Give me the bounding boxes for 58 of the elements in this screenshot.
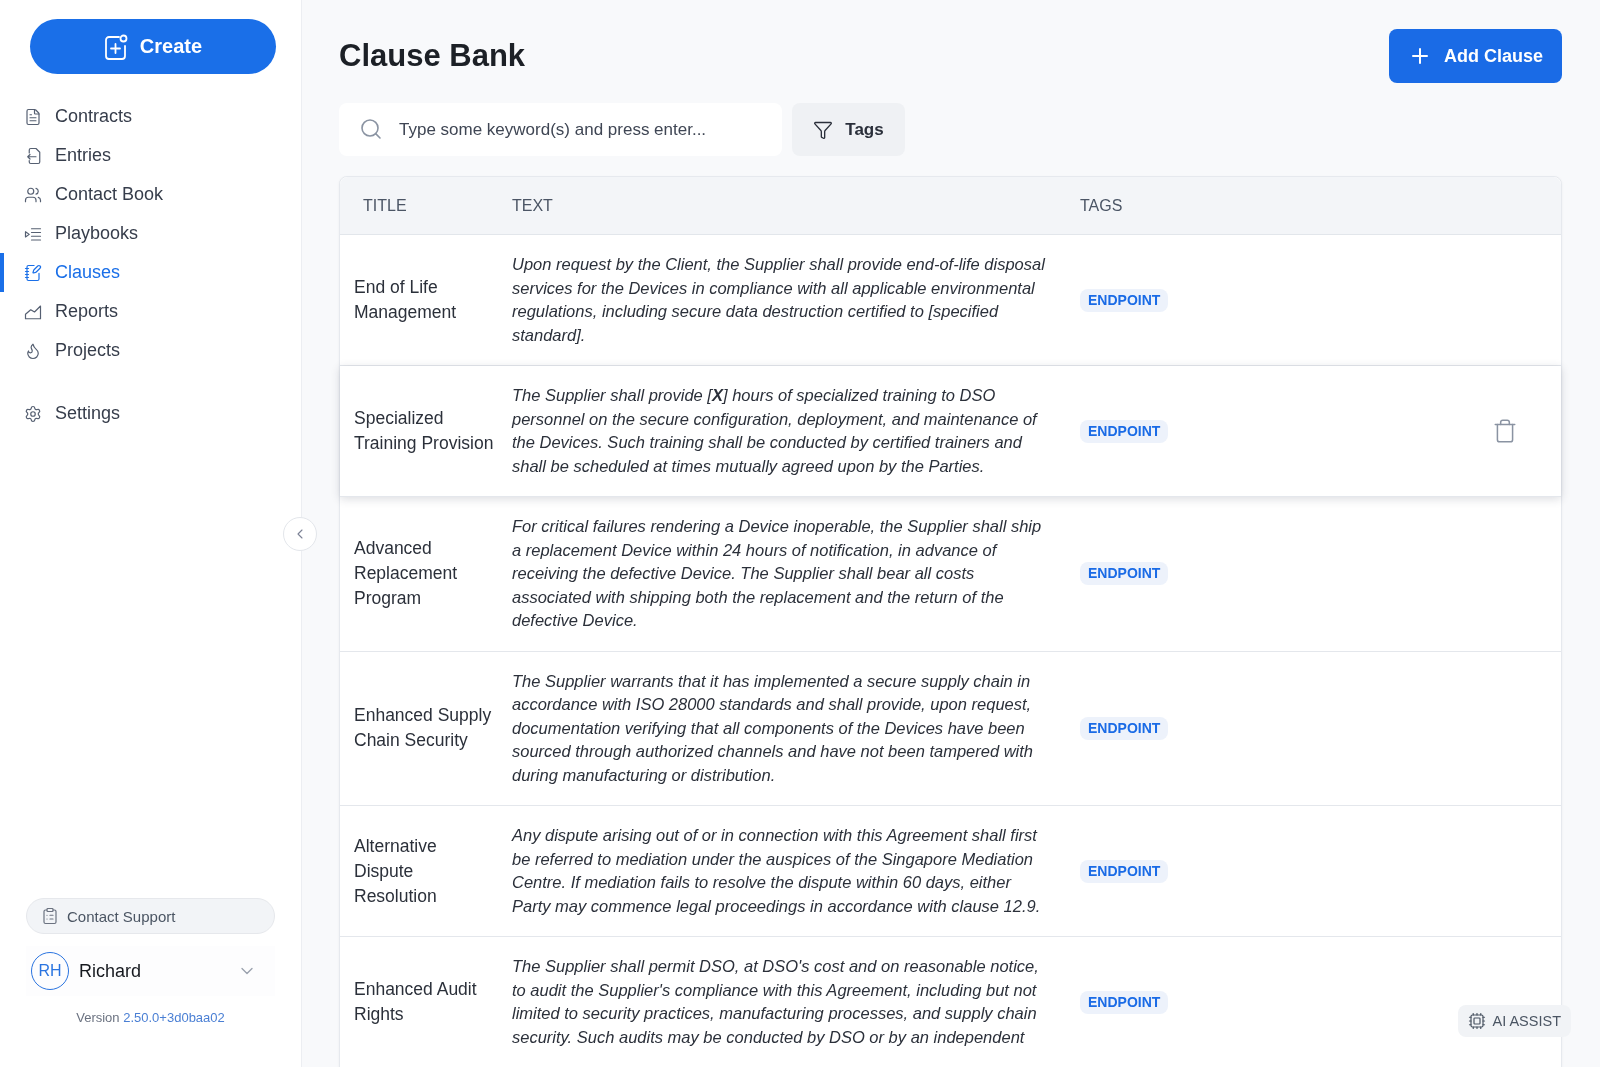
filter-icon <box>813 119 834 140</box>
version-label: Version <box>76 1010 120 1025</box>
document-arrow-icon <box>24 146 42 165</box>
tag-badge: ENDPOINT <box>1080 990 1169 1014</box>
clause-title: Advanced Replacement Program <box>354 537 459 611</box>
page-title: Clause Bank <box>339 38 526 74</box>
clause-text: Any dispute arising out of or in connection with this Agreement shall first be referred to mediation under the auspices of the Singapore Mediation Centre. If mediation fails to resolve the dispute within 60 days, either Party may commence legal proceedings in accordance with clause 12.9. <box>512 825 1042 917</box>
clause-title: Specialized Training Provision <box>354 407 495 455</box>
nav-item[interactable]: Contracts <box>0 97 301 136</box>
column-header: TITLE <box>363 196 407 215</box>
search-field[interactable]: Type some keyword(s) and press enter... <box>339 103 782 156</box>
nav-item[interactable]: Reports <box>0 292 301 331</box>
chip-icon <box>1467 1012 1486 1030</box>
clause-title: End of Life Management <box>354 276 458 324</box>
nav-item[interactable]: Settings <box>0 394 301 433</box>
nav-item[interactable]: Contact Book <box>0 175 301 214</box>
clause-text: The Supplier shall permit DSO, at DSO's cost and on reasonable notice, to audit the Supplier's compliance with this Agreement, including but not limited to security practices, manufacturing processes, and supply chain security. Such audits may be conducted by DSO or by an independent <box>512 956 1040 1048</box>
area-chart-icon <box>24 302 42 321</box>
tag-badge: ENDPOINT <box>1080 288 1169 312</box>
tags-filter-button[interactable]: Tags <box>792 103 905 156</box>
table-row[interactable] <box>340 806 1561 937</box>
ai-assist-button[interactable]: AI ASSIST <box>1457 1005 1571 1037</box>
settings-icon <box>24 404 42 423</box>
document-plus-icon <box>103 33 128 60</box>
clause-text: The Supplier warrants that it has implemented a secure supply chain in accordance with ISO 28000 standards and shall provide, upon request, documentation verifying that all components of the Devices have been sourced through authorized channels and have not been tampered with during manufacturing or distribution. <box>512 670 1035 786</box>
nav-item[interactable]: Projects <box>0 331 301 370</box>
tag-badge: ENDPOINT <box>1080 419 1169 443</box>
clause-title: Enhanced Audit Rights <box>354 978 478 1026</box>
create-button[interactable]: Create <box>30 19 276 74</box>
version-link[interactable]: 2.50.0+3d0baa02 <box>123 1010 225 1025</box>
clause-title: Enhanced Supply Chain Security <box>354 704 493 753</box>
clipboard-icon <box>41 907 59 925</box>
document-icon <box>24 107 42 126</box>
clause-title: Alternative Dispute Resolution <box>354 834 438 908</box>
table-row[interactable] <box>340 497 1561 652</box>
nav-item[interactable]: Playbooks <box>0 214 301 253</box>
clause-text: For critical failures rendering a Device inoperable, the Supplier shall ship a replacement Device within 24 hours of notification, in advance of receiving the defective Device. The Supplier shall bear all costs associated with shipping both the replacement and the return of the defective Device. <box>512 516 1043 631</box>
nav-item[interactable]: Entries <box>0 136 301 175</box>
column-header: TAGS <box>1080 196 1123 215</box>
table-row[interactable] <box>340 937 1561 1067</box>
tag-badge: ENDPOINT <box>1080 716 1169 740</box>
clause-text: Upon request by the Client, the Supplier shall provide end-of-life disposal services for the Devices in compliance with all applicable environmental regulations, including secure data destruction certified to [specified standard]. <box>512 254 1046 346</box>
trash-icon <box>1492 418 1518 444</box>
clause-text: The Supplier shall provide [X] hours of specialized training to DSO personnel on the secure configuration, deployment, and maintenance of the Devices. Such training shall be conducted by certified trainers and shall be scheduled at times mutually agreed upon by the Parties. <box>512 385 1039 477</box>
flame-icon <box>24 341 42 360</box>
tag-badge: ENDPOINT <box>1080 562 1169 586</box>
people-icon <box>24 185 42 204</box>
add-clause-button[interactable]: Add Clause <box>1389 29 1562 83</box>
notebook-pen-icon <box>24 263 42 282</box>
table-row[interactable] <box>340 651 1561 806</box>
contact-support-button[interactable]: Contact Support <box>26 898 275 934</box>
table-row[interactable] <box>340 235 1561 366</box>
delete-button[interactable] <box>1492 418 1518 444</box>
tag-badge: ENDPOINT <box>1080 859 1169 883</box>
nav-item[interactable]: Clauses <box>0 253 301 292</box>
column-header: TEXT <box>512 196 553 215</box>
search-icon <box>359 117 383 141</box>
table-row[interactable] <box>340 366 1561 497</box>
